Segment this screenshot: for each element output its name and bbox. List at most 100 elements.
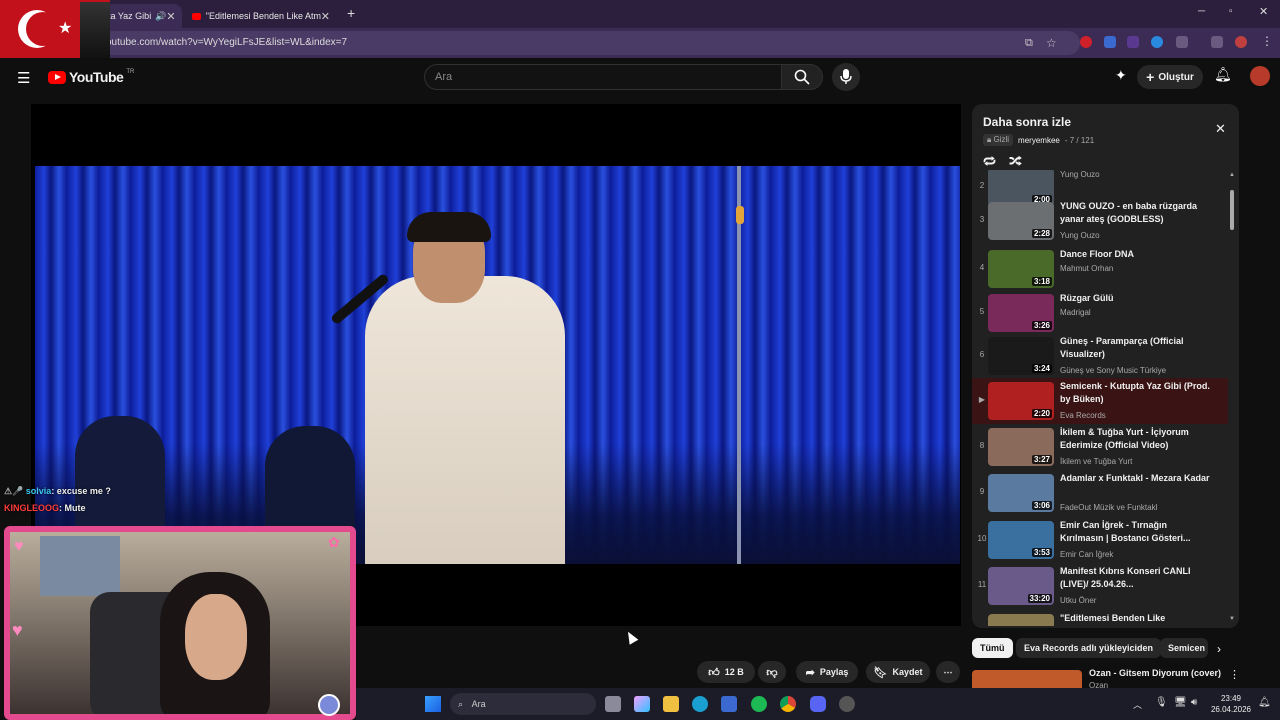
like-button[interactable]: 👍︎ 12 B bbox=[697, 661, 755, 683]
taskbar-search-icon: ⌕ bbox=[458, 699, 464, 709]
browser-menu-icon[interactable]: ⋮ bbox=[1261, 34, 1273, 48]
copilot-icon[interactable] bbox=[634, 696, 650, 712]
close-playlist-icon[interactable]: ✕ bbox=[1215, 121, 1226, 137]
extensions-puzzle-icon[interactable] bbox=[1176, 36, 1188, 48]
file-explorer-icon[interactable] bbox=[663, 696, 679, 712]
browser-tab-active[interactable]: ta Yaz Gibi 🔊 ✕ bbox=[100, 4, 182, 28]
webcam-background-painting bbox=[40, 536, 120, 596]
streamer-face bbox=[185, 594, 247, 680]
taskbar-search[interactable]: ⌕ Ara bbox=[450, 693, 596, 715]
playlist-title[interactable]: Daha sonra izle bbox=[983, 115, 1071, 129]
ai-assistant-icon[interactable]: ✦ bbox=[1115, 67, 1127, 84]
chip-artist[interactable]: Semicen bbox=[1160, 638, 1208, 658]
portrait-image bbox=[80, 2, 110, 58]
playlist-item-channel: Eva Records bbox=[1060, 411, 1106, 420]
tray-volume-icon[interactable]: 🔊︎ bbox=[1191, 697, 1197, 708]
spotify-icon[interactable] bbox=[751, 696, 767, 712]
search-button[interactable] bbox=[781, 64, 823, 90]
audio-icon[interactable]: 🔊 bbox=[155, 11, 166, 22]
playlist-item[interactable]: 11 33:20 Manifest Kıbrıs Konseri CANLI (LI… bbox=[972, 563, 1228, 609]
profile-avatar-icon[interactable] bbox=[1235, 36, 1247, 48]
playlist-item[interactable]: 5 3:26 Rüzgar Gülü Madrigal bbox=[972, 290, 1228, 336]
reading-list-icon[interactable] bbox=[1211, 36, 1223, 48]
extension-icon-red[interactable] bbox=[1080, 36, 1092, 48]
search-input[interactable]: Ara bbox=[424, 64, 782, 90]
bookmark-star-icon[interactable]: ☆ bbox=[1046, 31, 1057, 55]
store-icon[interactable] bbox=[721, 696, 737, 712]
maximize-button[interactable]: ▫ bbox=[1229, 6, 1233, 17]
extension-icon-translate[interactable] bbox=[1104, 36, 1116, 48]
app-icon[interactable] bbox=[839, 696, 855, 712]
playlist-item[interactable]: 3 2:28 YUNG OUZO - en baba rüzgarda yanar … bbox=[972, 198, 1228, 244]
playlist-item-duration: 2:28 bbox=[1031, 229, 1052, 238]
privacy-label: Gizli bbox=[993, 135, 1010, 144]
tray-network-icon[interactable]: 🖥︎ bbox=[1174, 697, 1187, 708]
chrome-icon[interactable] bbox=[780, 696, 796, 712]
close-tab-icon[interactable]: ✕ bbox=[166, 10, 175, 23]
chat-badge-icon: ⚠🎤 bbox=[4, 486, 24, 496]
windows-start-icon[interactable] bbox=[425, 696, 441, 712]
playlist-item-title: Semicenk - Kutupta Yaz Gibi (Prod. by Bü… bbox=[1060, 381, 1210, 404]
playlist-owner[interactable]: meryemkee bbox=[1018, 136, 1060, 145]
discord-overlay-icon bbox=[318, 694, 340, 716]
tray-chevron-icon[interactable]: ︿ bbox=[1133, 698, 1142, 711]
tray-mic-icon[interactable]: 🎙︎ bbox=[1155, 697, 1168, 708]
cast-icon[interactable]: ⧉ bbox=[1025, 31, 1033, 55]
recommended-video[interactable]: Ozan - Gitsem Diyorum (cover) Ozan ⋮ bbox=[972, 668, 1242, 692]
extension-icon-blue[interactable] bbox=[1151, 36, 1163, 48]
discord-icon[interactable] bbox=[810, 696, 826, 712]
chip-label: Eva Records adlı yükleyiciden bbox=[1024, 643, 1154, 653]
taskbar-clock[interactable]: 23:49 26.04.2026 bbox=[1208, 693, 1254, 715]
extension-icon-audio[interactable] bbox=[1127, 36, 1139, 48]
video-frame[interactable] bbox=[35, 166, 960, 564]
playlist-item-channel: Güneş ve Sony Music Türkiye bbox=[1060, 366, 1167, 375]
playlist-item-index: 9 bbox=[979, 487, 985, 496]
edge-icon[interactable] bbox=[692, 696, 708, 712]
more-actions-button[interactable]: ⋯ bbox=[936, 661, 960, 683]
star-icon: ★ bbox=[58, 20, 73, 37]
dislike-button[interactable]: 👎︎ bbox=[758, 661, 786, 683]
voice-search-button[interactable] bbox=[832, 63, 860, 91]
playlist-item[interactable]: 4 3:18 Dance Floor DNA Mahmut Orhan bbox=[972, 246, 1228, 292]
playlist-item[interactable]: 10 3:53 Emir Can İğrek - Tırnağın Kırılmas… bbox=[972, 517, 1228, 563]
youtube-favicon-icon bbox=[192, 12, 201, 20]
playlist-item-thumbnail: 3:27 bbox=[988, 428, 1054, 466]
chips-next-icon[interactable]: › bbox=[1217, 642, 1221, 656]
youtube-logo-text: YouTube bbox=[69, 69, 124, 85]
scroll-up-icon[interactable]: ▲ bbox=[1229, 172, 1235, 178]
save-button[interactable]: 🔖︎ Kaydet bbox=[866, 661, 930, 683]
recommended-more-icon[interactable]: ⋮ bbox=[1229, 668, 1240, 681]
loop-icon[interactable]: 🔁︎ bbox=[983, 152, 996, 171]
heart-icon: ♥ bbox=[12, 620, 23, 640]
url-field[interactable]: outube.com/watch?v=WyYegiLFsJE&list=WL&i… bbox=[100, 31, 1080, 55]
minimize-button[interactable]: ─ bbox=[1198, 6, 1205, 17]
create-button[interactable]: + Oluştur bbox=[1137, 65, 1203, 89]
youtube-logo[interactable]: YouTube TR bbox=[48, 69, 134, 85]
notifications-bell-icon[interactable]: 🔔︎ bbox=[1214, 66, 1232, 83]
notifications-icon[interactable]: 🔔︎ bbox=[1258, 697, 1271, 708]
chat-message: ⚠🎤 solvia: excuse me ? bbox=[4, 486, 111, 497]
youtube-play-icon bbox=[48, 70, 66, 84]
share-button[interactable]: ➦ Paylaş bbox=[796, 661, 858, 683]
playlist-item[interactable]: 6 3:24 Güneş - Paramparça (Official Visual… bbox=[972, 333, 1228, 379]
task-view-icon[interactable] bbox=[605, 696, 621, 712]
menu-hamburger-icon[interactable]: ☰ bbox=[17, 69, 30, 87]
new-tab-button[interactable]: + bbox=[347, 5, 355, 21]
playlist-item[interactable]: 9 3:06 Adamlar x Funktakl - Mezara Kadar Fa… bbox=[972, 470, 1228, 516]
search-placeholder: Ara bbox=[435, 71, 453, 83]
close-window-button[interactable]: ✕ bbox=[1259, 5, 1268, 18]
browser-tab[interactable]: "Editlemesi Benden Like Atmas ✕ bbox=[184, 4, 338, 28]
chip-all[interactable]: Tümü bbox=[972, 638, 1013, 658]
playlist-item-duration: 3:18 bbox=[1031, 277, 1052, 286]
like-count: 12 B bbox=[724, 667, 744, 677]
playlist-scrollbar[interactable] bbox=[1230, 190, 1234, 230]
playlist-item[interactable]: "Editlemesi Benden Like bbox=[972, 610, 1228, 626]
chip-uploader[interactable]: Eva Records adlı yükleyiciden bbox=[1016, 638, 1162, 658]
close-tab-icon[interactable]: ✕ bbox=[321, 10, 330, 23]
chat-text: : Mute bbox=[59, 503, 86, 513]
playlist-item[interactable]: 8 3:27 İkilem & Tuğba Yurt - İçiyorum Eder… bbox=[972, 424, 1228, 470]
scroll-down-icon[interactable]: ▼ bbox=[1229, 616, 1235, 622]
shuffle-icon[interactable]: 🔀︎ bbox=[1009, 152, 1022, 171]
account-avatar[interactable] bbox=[1250, 66, 1270, 86]
playlist-item[interactable]: ▶ 2:20 Semicenk - Kutupta Yaz Gibi (Prod. … bbox=[972, 378, 1228, 424]
